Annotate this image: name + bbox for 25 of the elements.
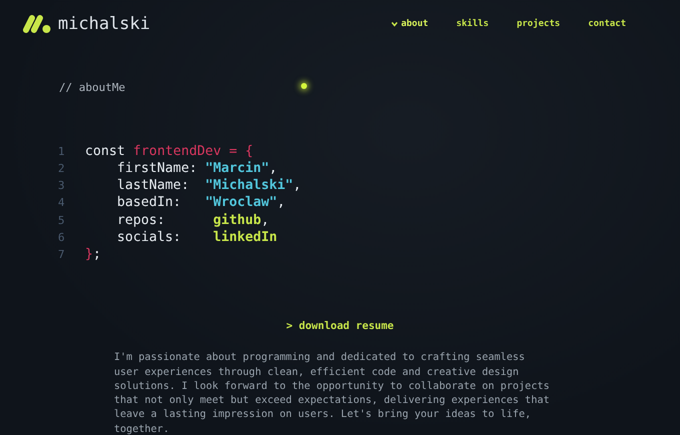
line-number: 2 bbox=[58, 160, 66, 177]
code-line: firstName: "Marcin", bbox=[116, 160, 278, 178]
bio-paragraph: I'm passionate about programming and dedicated to crafting seamless user experiences through clean, efficient code and creative design solutions. I look forward to the opportunity to collaborate on projects that not only meet but exceed expectations, delivering experiences that leave a lasting impression on users. Let's bring your ideas to life, together. bbox=[114, 351, 550, 435]
line-number: 6 bbox=[58, 230, 66, 246]
line-number: 1 bbox=[58, 144, 66, 160]
download-resume-link[interactable]: > download resume bbox=[286, 320, 394, 332]
line-number: 7 bbox=[58, 247, 66, 264]
nav-link[interactable]: skills bbox=[442, 17, 503, 31]
nav-link[interactable]: projects bbox=[502, 17, 574, 31]
code-line: socials: linkedIn bbox=[116, 229, 278, 246]
code-comment: // aboutMe bbox=[59, 81, 126, 94]
line-number: 5 bbox=[58, 212, 66, 229]
code-line: lastName: "Michalski", bbox=[116, 177, 302, 194]
code-line: basedIn: "Wroclaw", bbox=[116, 194, 286, 212]
code-line: const frontendDev = { bbox=[85, 142, 254, 160]
code-line: }; bbox=[85, 246, 102, 264]
nav-link[interactable]: contact bbox=[574, 17, 640, 31]
line-number: 4 bbox=[58, 195, 66, 212]
logo-icon bbox=[22, 14, 52, 34]
code-line: repos: github, bbox=[116, 212, 270, 230]
glow-dot bbox=[301, 83, 307, 89]
nav-link[interactable]: about bbox=[377, 17, 442, 31]
chevron-icon bbox=[391, 21, 398, 27]
brand-name: michalski bbox=[58, 14, 150, 34]
line-number: 3 bbox=[58, 178, 66, 194]
